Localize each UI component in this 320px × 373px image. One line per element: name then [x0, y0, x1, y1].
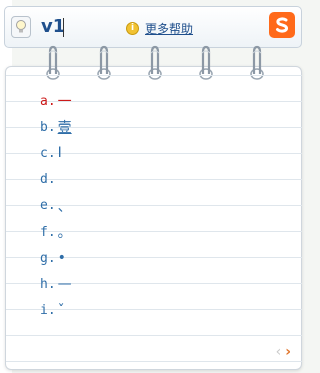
ring-icon — [146, 44, 164, 82]
ring-icon — [248, 44, 266, 82]
pager: ‹ › — [276, 345, 291, 359]
candidate-value: 壹 — [57, 120, 72, 137]
notebook-rule-line — [6, 361, 302, 362]
candidate-value: 。 — [57, 225, 72, 241]
text-caret — [63, 18, 64, 37]
sogou-logo-icon[interactable] — [269, 12, 295, 38]
candidate-value: 一 — [57, 94, 72, 110]
candidate-item[interactable]: d. — [40, 169, 58, 191]
candidate-index: a. — [40, 93, 56, 109]
candidate-item[interactable]: a. 一 — [40, 90, 72, 112]
candidate-value: ˇ — [57, 302, 65, 319]
candidate-item[interactable]: h. — — [40, 273, 72, 295]
next-page-button[interactable]: › — [285, 345, 291, 359]
bulb-icon[interactable] — [11, 16, 31, 38]
candidate-index: d. — [40, 172, 56, 188]
ring-icon — [197, 44, 215, 82]
candidate-item[interactable]: b. 壹 — [40, 116, 72, 138]
prev-page-button[interactable]: ‹ — [276, 345, 282, 359]
candidate-value: 、 — [57, 198, 72, 215]
candidate-index: c. — [40, 145, 56, 161]
candidate-item[interactable]: g. • — [40, 247, 66, 269]
candidate-index: h. — [40, 276, 56, 292]
notebook-rule-line — [6, 75, 302, 76]
notebook-rule-line — [6, 335, 302, 336]
pinyin-input[interactable]: v1 — [41, 15, 65, 39]
candidate-index: i. — [40, 303, 56, 319]
ring-icon — [44, 44, 62, 82]
ring-icon — [95, 44, 113, 82]
candidate-index: b. — [40, 119, 56, 135]
candidate-item[interactable]: f.。 — [40, 221, 72, 243]
candidate-value: — — [57, 276, 72, 293]
info-icon: i — [126, 21, 139, 35]
candidate-value: I — [57, 145, 62, 162]
notebook-rings — [0, 44, 308, 84]
candidate-item[interactable]: c. I — [40, 142, 62, 164]
candidate-item[interactable]: i. ˇ — [40, 300, 65, 322]
candidate-index: e. — [40, 198, 56, 214]
ime-input-bar: v1 i 更多帮助 — [4, 6, 302, 48]
candidate-index: g. — [40, 250, 56, 266]
candidate-value: • — [57, 250, 66, 267]
help-link-group[interactable]: i 更多帮助 — [126, 20, 193, 36]
candidate-index: f. — [40, 224, 56, 240]
candidate-item[interactable]: e.、 — [40, 195, 72, 217]
more-help-link[interactable]: 更多帮助 — [145, 20, 193, 37]
